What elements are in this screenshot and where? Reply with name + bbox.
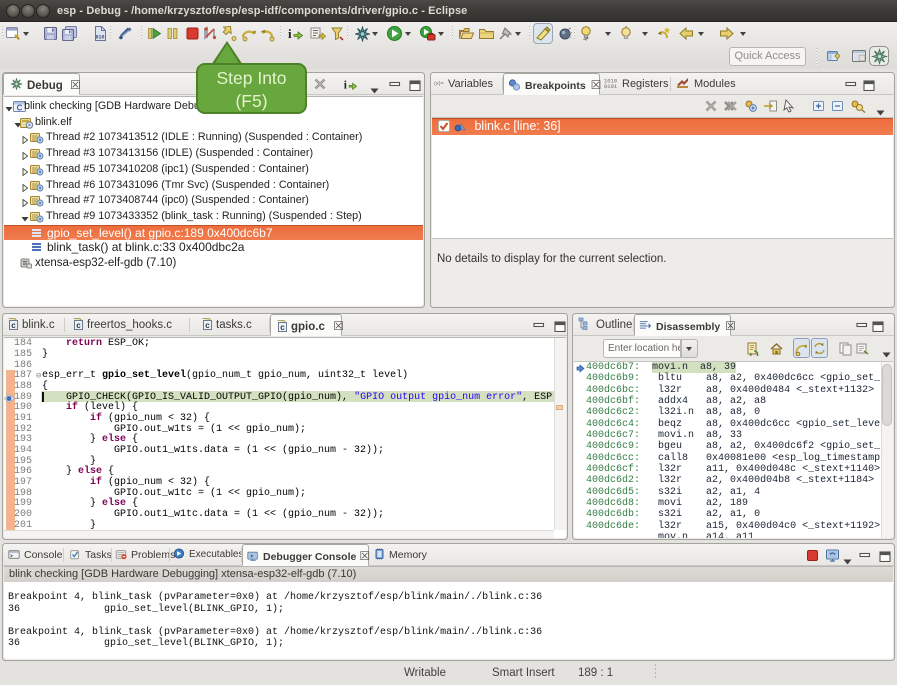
svg-text:010: 010 xyxy=(95,35,104,41)
svg-text:i: i xyxy=(288,26,292,41)
svg-text:c: c xyxy=(205,321,210,330)
svg-text:(x)=: (x)= xyxy=(434,81,444,87)
svg-text:0101: 0101 xyxy=(604,83,618,89)
svg-text:i: i xyxy=(344,79,348,91)
svg-text:c: c xyxy=(280,323,285,332)
svg-text:c: c xyxy=(76,321,81,330)
svg-text:c: c xyxy=(11,321,16,330)
svg-text:C: C xyxy=(17,104,23,113)
